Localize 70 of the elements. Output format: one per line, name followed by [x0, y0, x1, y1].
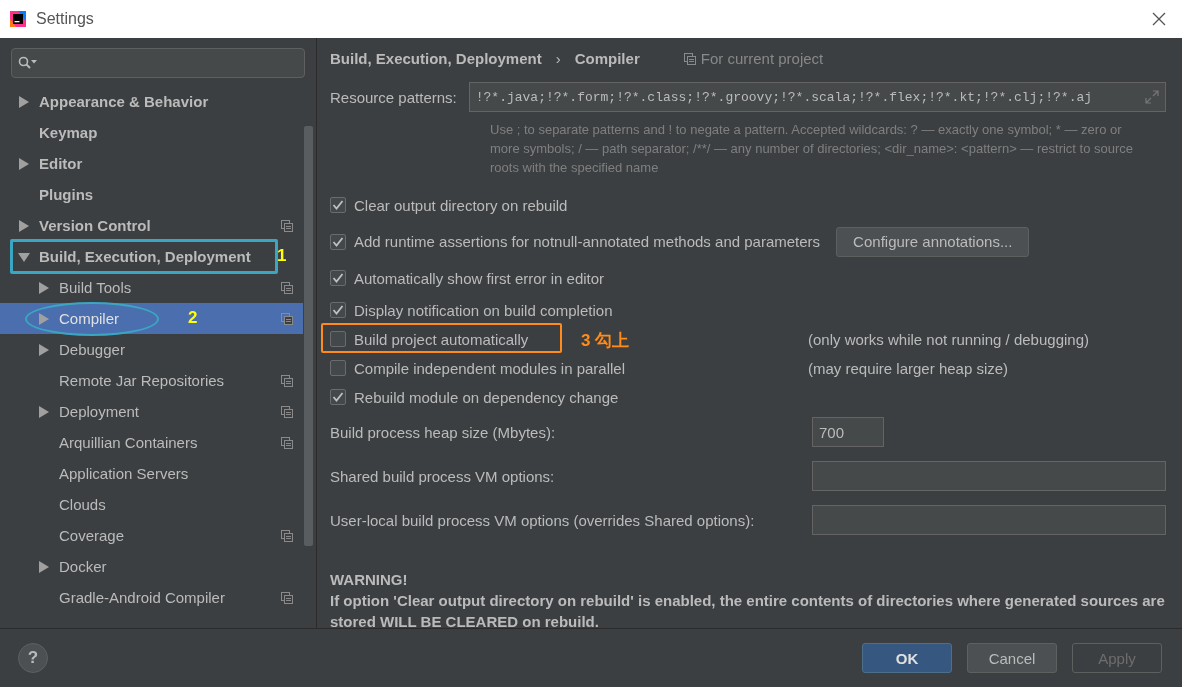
option-label[interactable]: Build project automatically — [354, 330, 529, 348]
option-note: (may require larger heap size) — [808, 359, 1010, 377]
scope-label: For current project — [700, 50, 824, 67]
option-label[interactable]: Clear output directory on rebuild — [354, 196, 568, 214]
field-label: Resource patterns: — [330, 88, 457, 106]
tree-item[interactable]: Keymap — [0, 117, 303, 148]
tree-item[interactable]: Compiler 2 — [0, 303, 303, 334]
expand-arrow-icon[interactable] — [18, 157, 30, 170]
search-field[interactable] — [11, 48, 305, 78]
tree-item[interactable]: Build Tools — [0, 272, 303, 303]
configure-button[interactable]: Configure annotations... — [836, 226, 1030, 257]
dialog-button[interactable]: OK — [862, 643, 952, 673]
expand-arrow-icon[interactable] — [18, 219, 30, 232]
breadcrumb-current: Compiler — [574, 50, 640, 67]
app-logo-icon — [8, 9, 28, 29]
dialog-button[interactable]: Cancel — [967, 643, 1057, 673]
checkbox[interactable] — [330, 360, 346, 376]
window-title: Settings — [36, 10, 94, 28]
expand-arrow-icon[interactable] — [38, 343, 50, 356]
expand-arrow-icon[interactable] — [38, 405, 50, 418]
option-label[interactable]: Compile independent modules in parallel — [354, 359, 625, 377]
tree-item[interactable]: Debugger — [0, 334, 303, 365]
annotation-label: 2 — [188, 308, 198, 328]
scrollbar[interactable] — [304, 126, 313, 546]
warning-title: WARNING! — [330, 570, 409, 590]
help-text: Use ; to separate patterns and ! to negate a pattern. Accepted wildcards: ? — exactly one symbol; * — zero or more symbols; / — path separator; /**/ — any number of directories; <dir_name>: <pattern> — restrict to source roots with the specified name — [490, 121, 1135, 177]
checkbox[interactable] — [330, 331, 346, 347]
tree-item[interactable]: Appearance & Behavior — [0, 86, 303, 117]
annotation-label: 3 勾上 — [581, 330, 630, 352]
close-icon[interactable] — [1152, 12, 1166, 26]
tree-item[interactable]: Gradle-Android Compiler — [0, 582, 303, 613]
tree-item[interactable]: Coverage — [0, 520, 303, 551]
checkbox[interactable] — [330, 197, 346, 213]
copy-icon — [683, 52, 696, 65]
option-label[interactable]: Add runtime assertions for notnull-annotated methods and parameters — [354, 233, 821, 250]
breadcrumb-separator: › — [555, 50, 561, 67]
option-label[interactable]: Display notification on build completion — [354, 301, 613, 319]
expand-arrow-icon[interactable] — [18, 95, 30, 108]
collapse-arrow-icon[interactable] — [18, 250, 30, 263]
checkbox[interactable] — [330, 302, 346, 318]
option-label[interactable]: Automatically show first error in editor — [354, 269, 605, 287]
option-note: (only works while not running / debugging) — [808, 330, 1090, 348]
tree-item[interactable]: Build, Execution, Deployment 1 — [0, 241, 303, 272]
checkbox[interactable] — [330, 270, 346, 286]
field-label: Shared build process VM options: — [330, 467, 556, 485]
text-field[interactable]: 700 — [812, 417, 884, 447]
annotation-label: 1 — [277, 246, 287, 266]
field-label: Build process heap size (Mbytes): — [330, 423, 557, 441]
help-button[interactable]: ? — [18, 643, 48, 673]
expand-arrow-icon[interactable] — [38, 560, 50, 573]
tree-item[interactable]: Plugins — [0, 179, 303, 210]
option-label[interactable]: Rebuild module on dependency change — [354, 388, 619, 406]
breadcrumb-parent: Build, Execution, Deployment — [330, 50, 542, 67]
checkbox[interactable] — [330, 233, 346, 250]
tree-item[interactable]: Application Servers — [0, 458, 303, 489]
checkbox[interactable] — [330, 389, 346, 405]
resource-patterns-field[interactable]: !?*.java;!?*.form;!?*.class;!?*.groovy;!?*.scala;!?*.flex;!?*.kt;!?*.clj;!?*.aj — [468, 82, 1166, 112]
tree-item[interactable]: Deployment — [0, 396, 303, 427]
tree-item[interactable]: Docker — [0, 551, 303, 582]
tree-item[interactable]: Arquillian Containers — [0, 427, 303, 458]
search-icon — [18, 56, 38, 70]
text-field[interactable] — [812, 505, 1166, 535]
expand-arrow-icon[interactable] — [38, 281, 50, 294]
text-field[interactable] — [812, 461, 1166, 491]
tree-item[interactable]: Editor — [0, 148, 303, 179]
tree-item[interactable]: Clouds — [0, 489, 303, 520]
tree-item[interactable]: Remote Jar Repositories — [0, 365, 303, 396]
warning-text: If option 'Clear output directory on rebuild' is enabled, the entire contents of directories where generated sources are stored WILL BE CLEARED on rebuild. — [330, 591, 1166, 632]
tree-item[interactable]: Version Control — [0, 210, 303, 241]
field-label: User-local build process VM options (overrides Shared options): — [330, 511, 756, 529]
